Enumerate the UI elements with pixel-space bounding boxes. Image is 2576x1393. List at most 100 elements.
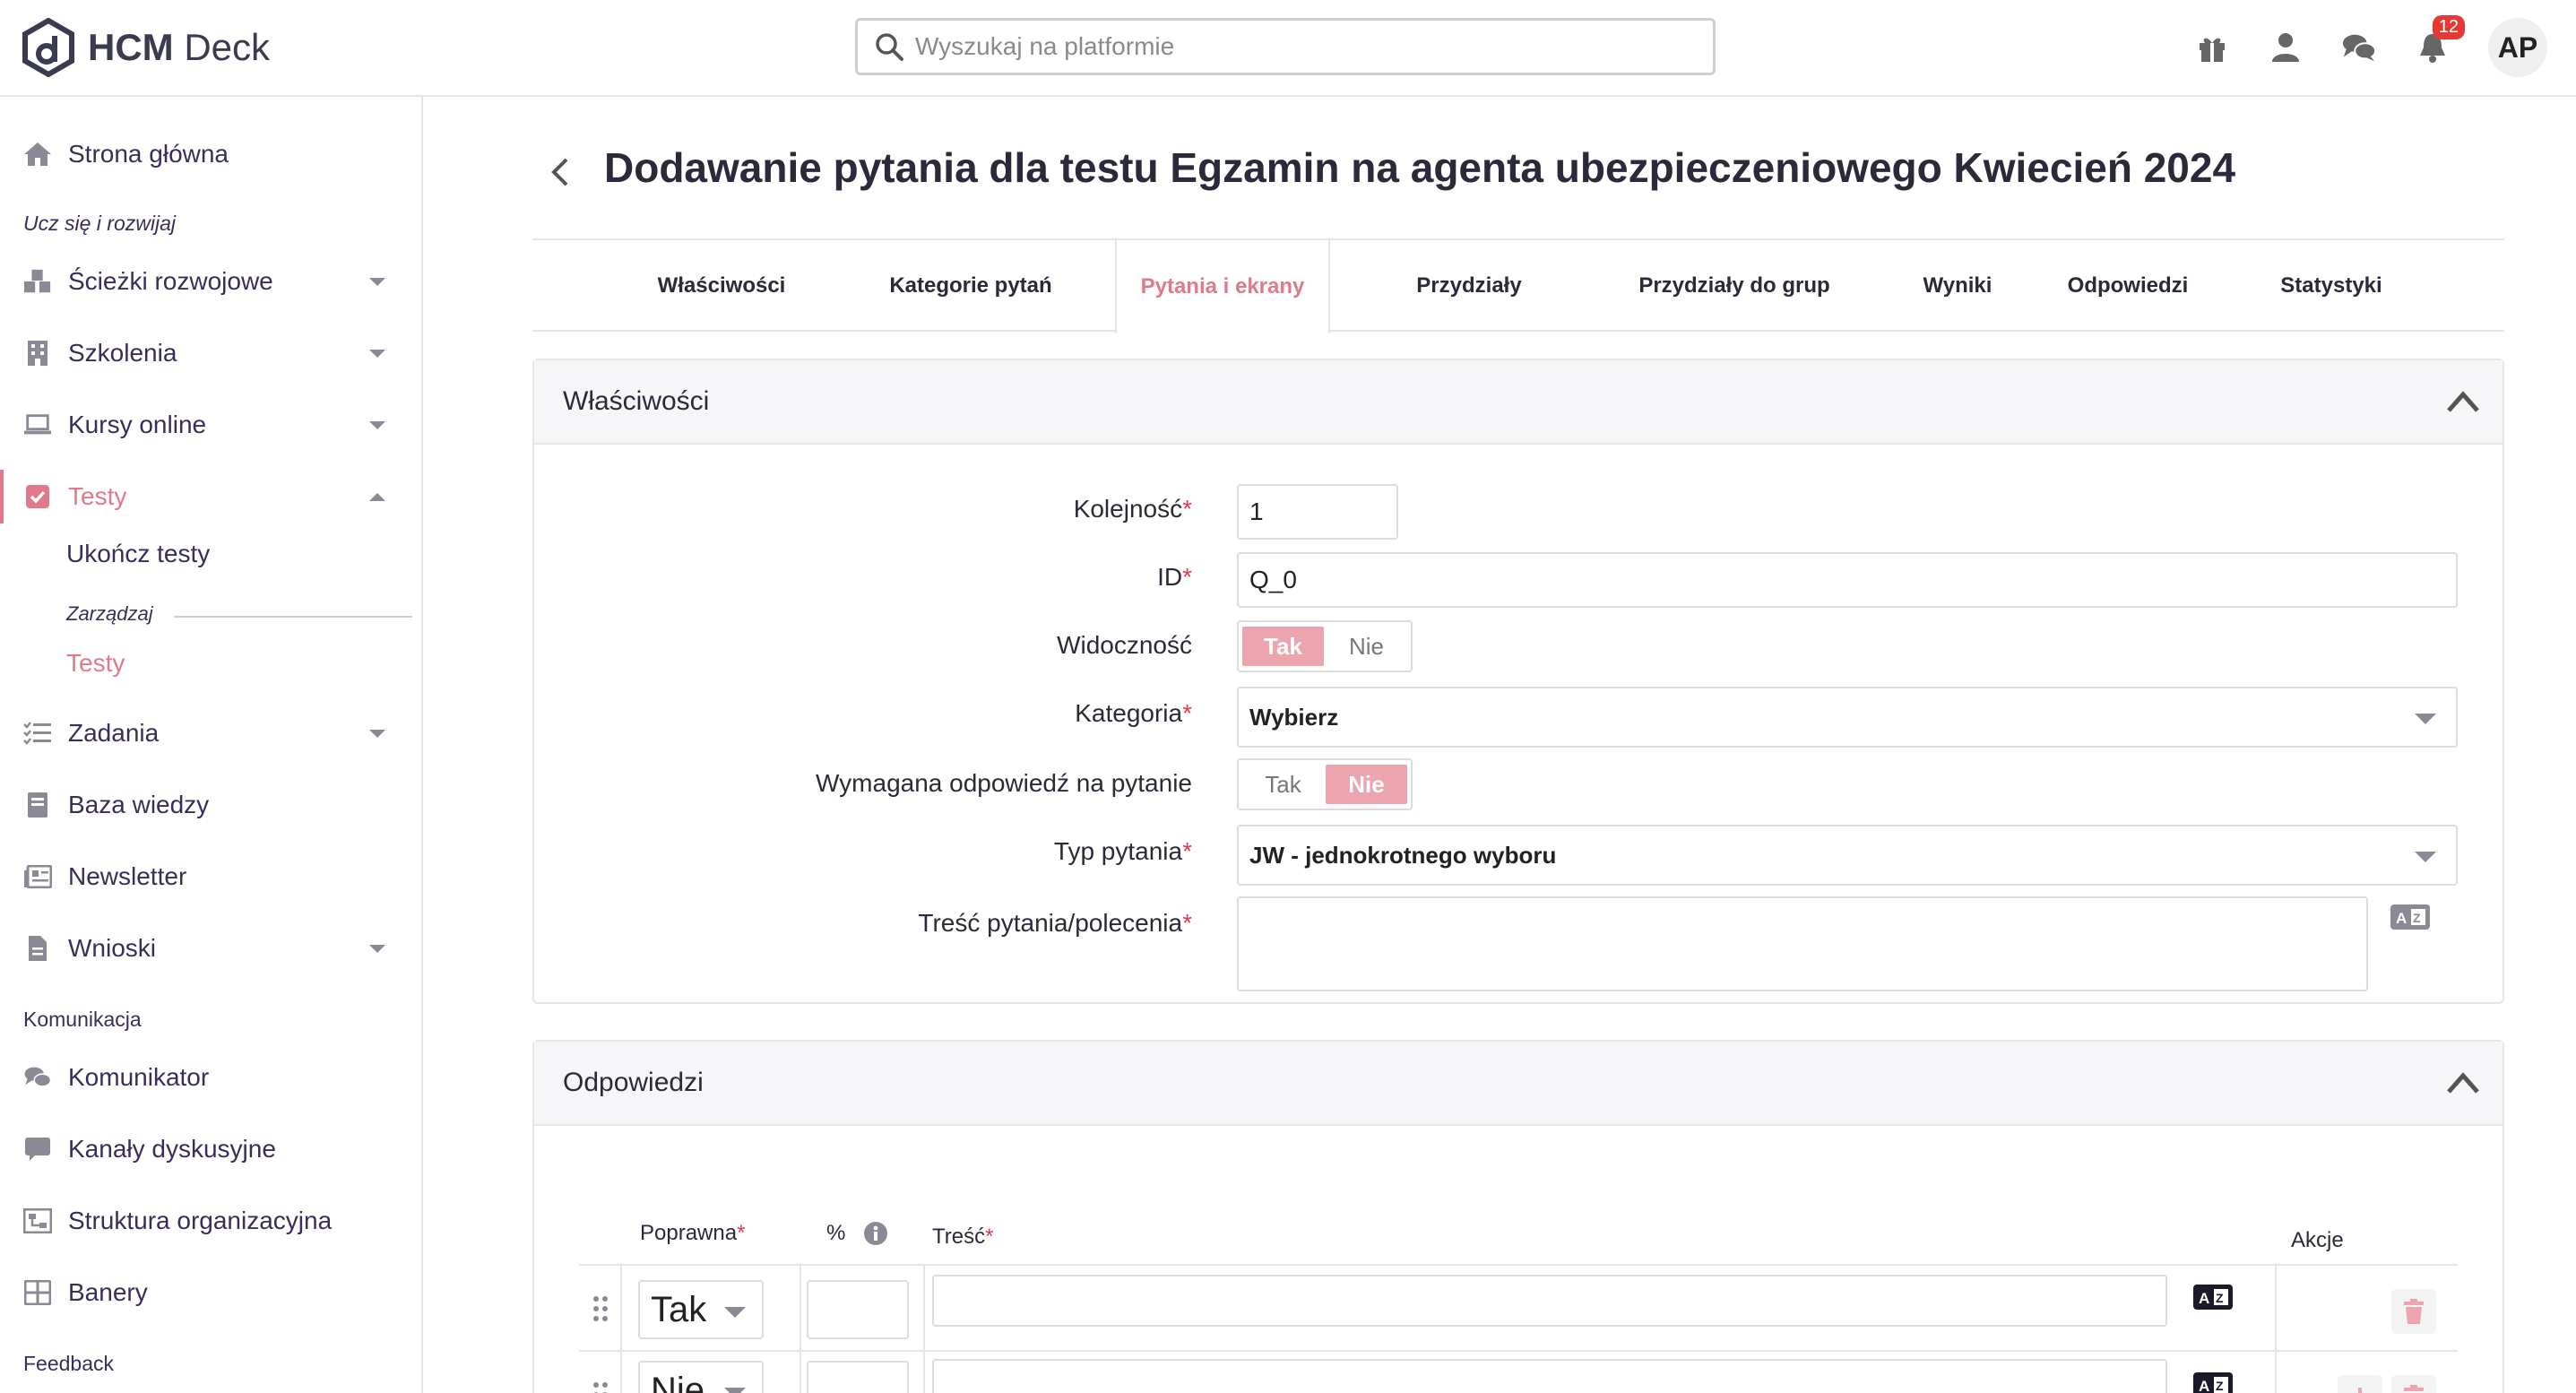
visibility-no-option[interactable]: Nie — [1326, 627, 1407, 666]
chevron-down-icon — [369, 730, 385, 738]
info-icon[interactable] — [863, 1221, 888, 1246]
category-label: Kategoria* — [1075, 699, 1192, 727]
checkbox-icon — [23, 482, 52, 511]
cell-divider — [620, 1352, 622, 1393]
avatar[interactable]: AP — [2488, 18, 2547, 77]
home-icon — [23, 140, 52, 169]
back-arrow-icon[interactable] — [545, 154, 577, 190]
question-content-textarea[interactable] — [1237, 896, 2368, 991]
sidebar-item-label: Ścieżki rozwojowe — [68, 267, 273, 295]
sidebar-item-paths[interactable]: Ścieżki rozwojowe — [0, 255, 421, 308]
translate-icon[interactable]: AZ — [2390, 904, 2431, 930]
table-row: Nie AZ — [579, 1350, 2458, 1393]
sidebar-item-newsletter[interactable]: Newsletter — [0, 850, 421, 904]
visibility-yes-option[interactable]: Tak — [1242, 627, 1324, 666]
gift-icon[interactable] — [2194, 30, 2230, 65]
chat-icon — [23, 1063, 52, 1092]
answers-panel-header[interactable]: Odpowiedzi — [534, 1042, 2503, 1126]
answer-content-input[interactable] — [932, 1359, 2167, 1393]
org-chart-icon — [23, 1207, 52, 1235]
col-percent-header: % — [826, 1221, 888, 1246]
required-answer-toggle[interactable]: Tak Nie — [1237, 758, 1413, 810]
sidebar-item-label: Kursy online — [68, 411, 207, 438]
visibility-toggle[interactable]: Tak Nie — [1237, 620, 1413, 672]
user-icon[interactable] — [2268, 30, 2304, 65]
panel-title: Właściwości — [563, 386, 710, 416]
sidebar-subitem-complete-tests[interactable]: Ukończ testy — [66, 540, 210, 568]
tab-answers[interactable]: Odpowiedzi — [2029, 240, 2226, 332]
sidebar-item-courses[interactable]: Kursy online — [0, 398, 421, 452]
sidebar-item-label: Szkolenia — [68, 339, 177, 367]
category-selected-value: Wybierz — [1249, 703, 1339, 731]
chevron-down-icon — [724, 1307, 746, 1318]
sidebar-item-label: Baza wiedzy — [68, 791, 210, 818]
sidebar-item-knowledge[interactable]: Baza wiedzy — [0, 778, 421, 832]
file-icon — [23, 934, 52, 963]
id-input[interactable] — [1237, 552, 2458, 608]
sidebar-item-tests[interactable]: Testy — [0, 470, 421, 523]
delete-answer-button[interactable] — [2391, 1289, 2436, 1334]
tab-questions-screens[interactable]: Pytania i ekrany — [1115, 238, 1330, 333]
sidebar-item-messenger[interactable]: Komunikator — [0, 1051, 421, 1104]
app-root: HCM Deck 12 AP — [0, 0, 2576, 1393]
tasks-icon — [23, 719, 52, 748]
sidebar-item-label: Struktura organizacyjna — [68, 1207, 333, 1234]
grid-icon — [23, 1278, 52, 1307]
translate-icon[interactable]: AZ — [2192, 1371, 2234, 1393]
tab-question-categories[interactable]: Kategorie pytań — [868, 240, 1074, 332]
question-type-select[interactable]: JW - jednokrotnego wyboru — [1237, 825, 2458, 886]
tab-group-assignments[interactable]: Przydziały do grup — [1586, 240, 1882, 332]
comment-icon — [23, 1135, 52, 1164]
cell-divider — [923, 1266, 925, 1352]
sidebar-subitem-manage-tests[interactable]: Testy — [66, 649, 125, 678]
tab-properties[interactable]: Właściwości — [636, 240, 807, 332]
sidebar-item-banners[interactable]: Banery — [0, 1266, 421, 1319]
search-box[interactable] — [855, 18, 1716, 75]
tab-statistics[interactable]: Statystyki — [2237, 240, 2425, 332]
sidebar-item-trainings[interactable]: Szkolenia — [0, 326, 421, 380]
id-label: ID* — [1157, 563, 1192, 591]
bell-icon[interactable]: 12 — [2415, 15, 2465, 65]
drag-handle-icon[interactable] — [592, 1294, 609, 1323]
chevron-up-icon[interactable] — [2445, 385, 2481, 418]
logo[interactable]: HCM Deck — [22, 16, 270, 79]
page-title: Dodawanie pytania dla testu Egzamin na a… — [604, 144, 2236, 191]
translate-icon[interactable]: AZ — [2192, 1284, 2234, 1311]
search-input[interactable] — [915, 32, 1686, 61]
percent-input[interactable] — [807, 1280, 909, 1339]
add-answer-button[interactable] — [2338, 1375, 2382, 1393]
category-select[interactable]: Wybierz — [1237, 687, 2458, 748]
cell-divider — [923, 1352, 925, 1393]
required-no-option[interactable]: Nie — [1326, 765, 1407, 804]
sidebar-item-channels[interactable]: Kanały dyskusyjne — [0, 1122, 421, 1176]
order-input[interactable] — [1237, 484, 1398, 540]
percent-input[interactable] — [807, 1361, 909, 1393]
correct-select[interactable]: Tak — [638, 1280, 764, 1339]
correct-select[interactable]: Nie — [638, 1361, 764, 1393]
question-content-label: Treść pytania/polecenia* — [918, 909, 1192, 937]
delete-answer-button[interactable] — [2391, 1375, 2436, 1393]
tab-results[interactable]: Wyniki — [1886, 240, 2029, 332]
chevron-down-icon — [369, 350, 385, 358]
properties-panel-header[interactable]: Właściwości — [534, 360, 2503, 445]
sidebar-item-label: Newsletter — [68, 862, 187, 890]
sidebar-item-tasks[interactable]: Zadania — [0, 706, 421, 760]
tab-assignments[interactable]: Przydziały — [1384, 240, 1554, 332]
sidebar-item-home[interactable]: Strona główna — [0, 127, 421, 181]
newspaper-icon — [23, 862, 52, 891]
svg-text:Z: Z — [2216, 1379, 2224, 1393]
drag-handle-icon[interactable] — [592, 1380, 609, 1393]
required-yes-option[interactable]: Tak — [1242, 765, 1324, 804]
sidebar-item-org[interactable]: Struktura organizacyjna — [0, 1194, 421, 1248]
required-answer-label: Wymagana odpowiedź na pytanie — [815, 769, 1192, 797]
chevron-down-icon — [369, 278, 385, 286]
chevron-down-icon — [2415, 714, 2436, 724]
svg-text:A: A — [2199, 1378, 2209, 1393]
svg-text:Z: Z — [2413, 911, 2421, 925]
sidebar-item-requests[interactable]: Wnioski — [0, 921, 421, 975]
section-comm-label: Komunikacja — [23, 1008, 142, 1031]
chat-icon[interactable] — [2341, 30, 2377, 65]
chevron-up-icon[interactable] — [2445, 1067, 2481, 1099]
answer-content-input[interactable] — [932, 1275, 2167, 1327]
divider — [174, 616, 412, 618]
